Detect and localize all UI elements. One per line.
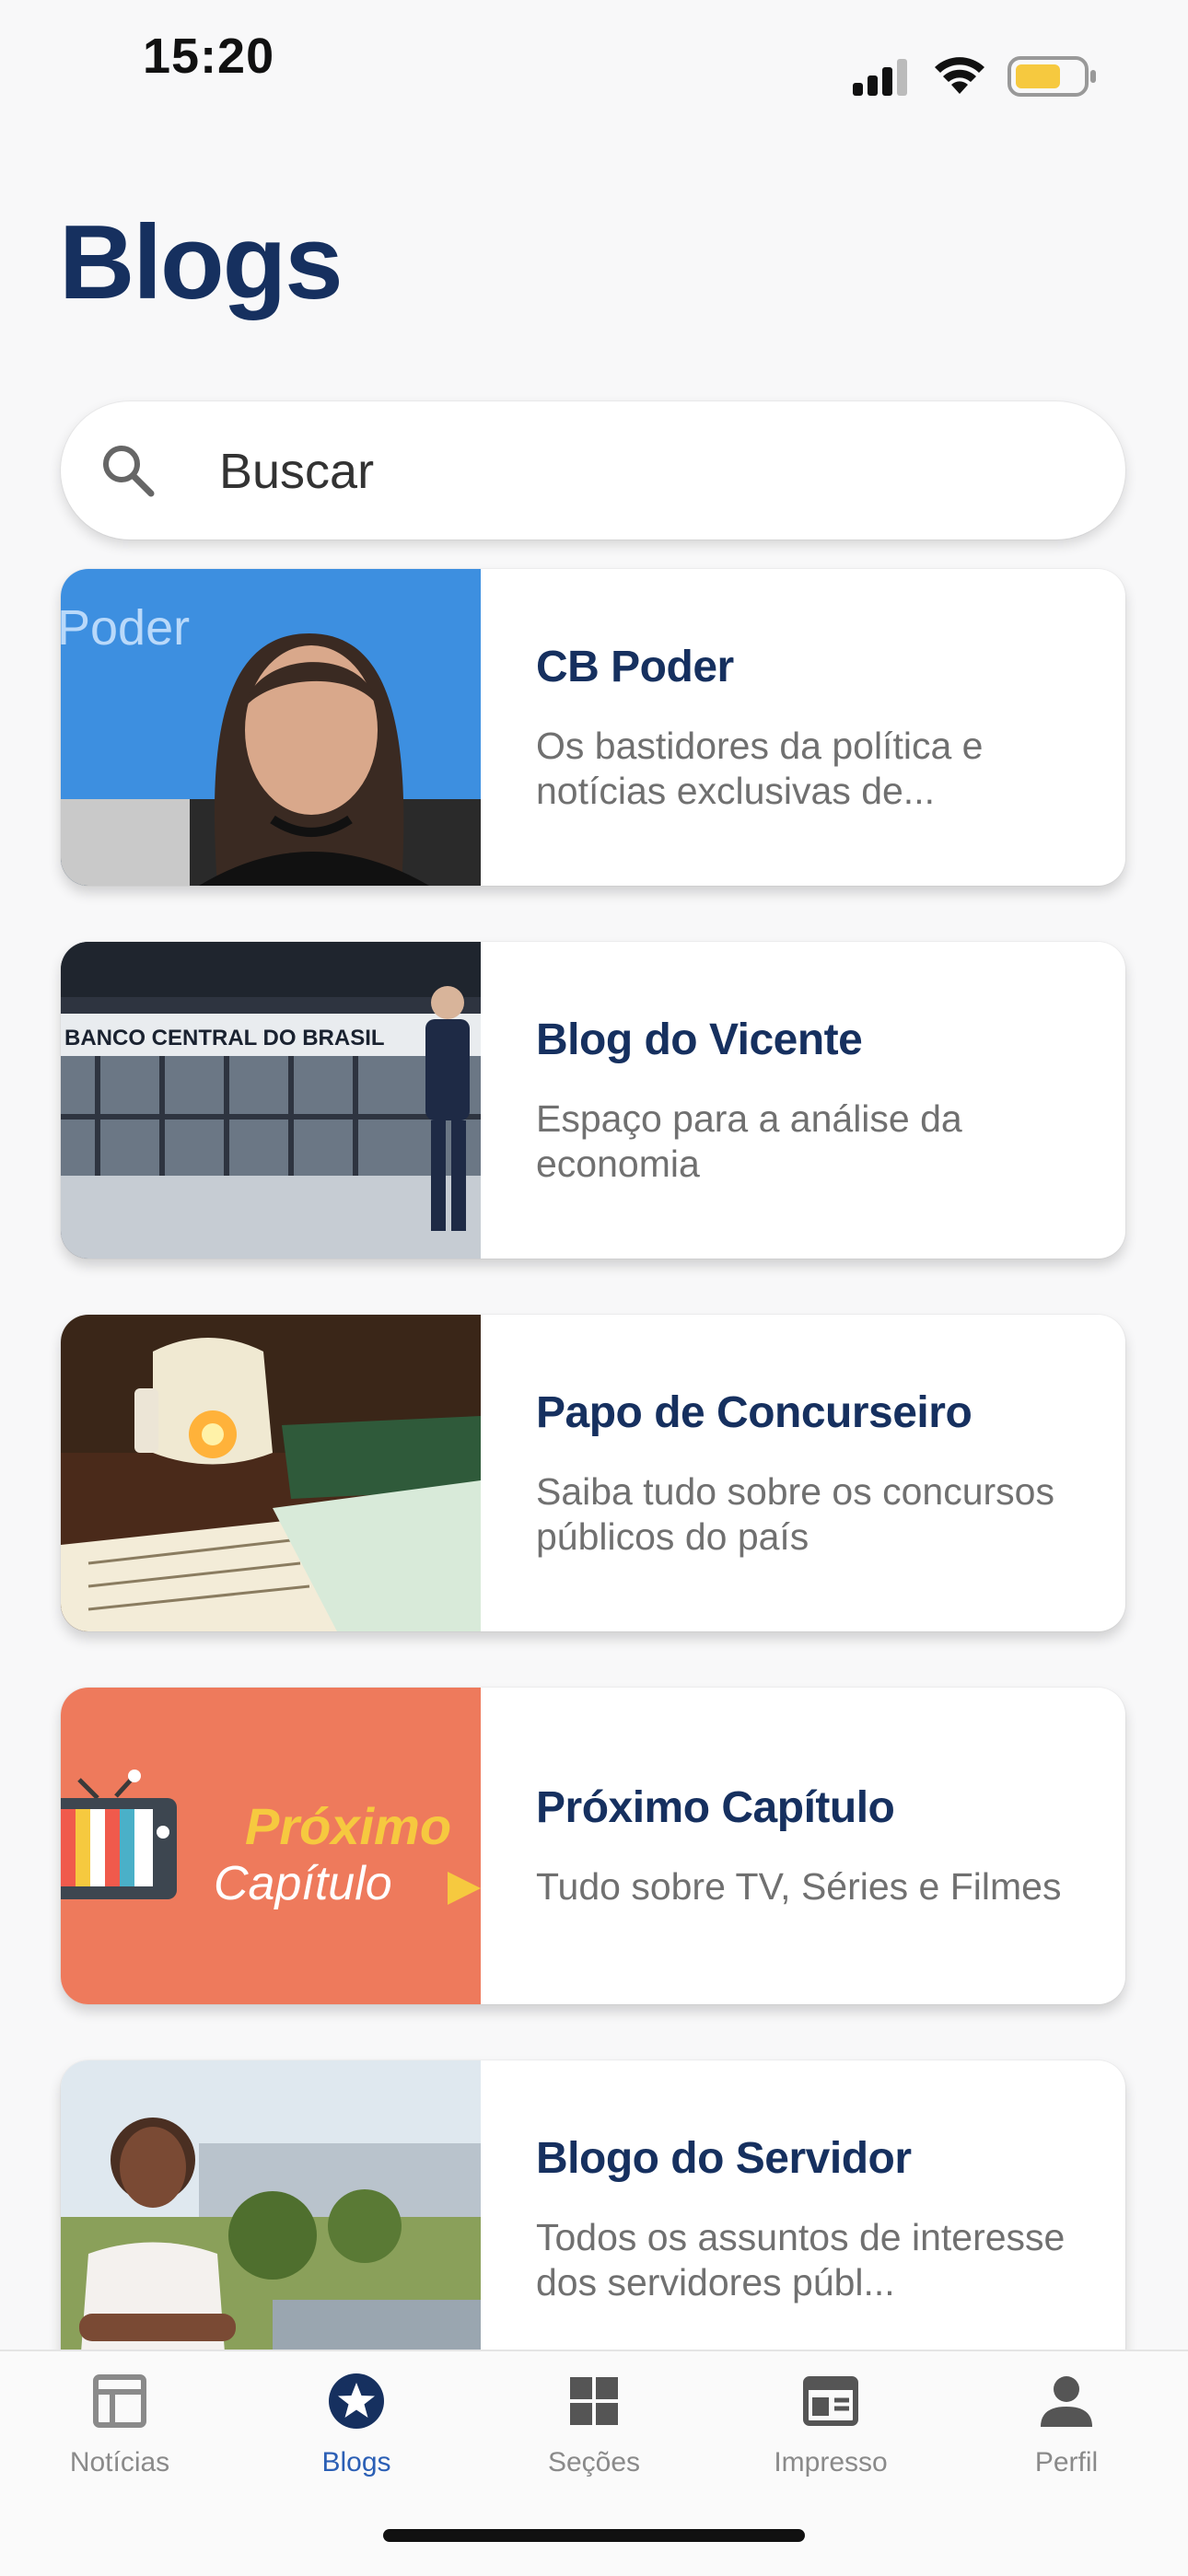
blog-title: Blog do Vicente [536, 1015, 863, 1065]
page-title: Blogs [59, 204, 344, 321]
blog-title: CB Poder [536, 643, 734, 692]
print-newspaper-icon [803, 2376, 858, 2426]
search-icon [103, 446, 155, 497]
status-bar: 15:20 [0, 0, 1188, 120]
thumb-caption: Próximo [245, 1797, 451, 1855]
tab-noticias[interactable]: Notícias [28, 2351, 212, 2489]
blog-thumbnail [61, 1315, 481, 1631]
home-indicator [383, 2529, 805, 2542]
tab-label: Seções [547, 2447, 641, 2477]
tab-impresso[interactable]: Impresso [739, 2351, 923, 2489]
blog-card-blogo-do-servidor[interactable]: Blogo do Servidor Todos os assuntos de i… [61, 2060, 1125, 2377]
blog-description: Os bastidores da política e notícias exc… [536, 725, 984, 812]
blog-card-cb-poder[interactable]: Poder CB Poder Os bastidores da política… [61, 569, 1125, 886]
thumb-caption: Capítulo [214, 1857, 392, 1910]
blog-thumbnail [61, 2060, 481, 2377]
tab-label: Blogs [321, 2447, 391, 2477]
tab-perfil[interactable]: Perfil [974, 2351, 1159, 2489]
blog-thumbnail: Próximo Capítulo [61, 1688, 481, 2004]
blog-thumbnail: Poder [61, 569, 481, 886]
blog-description: Todos os assuntos de interesse dos servi… [536, 2216, 1066, 2303]
blog-description: Saiba tudo sobre os concursos públicos d… [536, 1470, 1054, 1558]
tab-label: Impresso [774, 2447, 888, 2477]
search-input[interactable] [217, 434, 1050, 509]
wifi-icon [935, 57, 984, 94]
thumb-caption: Poder [61, 600, 190, 656]
blog-title: Blogo do Servidor [536, 2134, 912, 2184]
cellular-signal-icon [853, 59, 907, 96]
tab-blogs[interactable]: Blogs [264, 2351, 448, 2489]
newspaper-layout-icon [93, 2374, 146, 2428]
blog-description: Tudo sobre TV, Séries e Filmes [536, 1865, 1062, 1909]
blog-card-papo-de-concurseiro[interactable]: Papo de Concurseiro Saiba tudo sobre os … [61, 1315, 1125, 1631]
blog-card-blog-do-vicente[interactable]: BANCO CENTRAL DO BRASIL Blog do Vicente … [61, 942, 1125, 1259]
blog-card-proximo-capitulo[interactable]: Próximo Capítulo Próximo Capítulo Tudo s… [61, 1688, 1125, 2004]
battery-icon [1007, 56, 1096, 97]
blog-title: Próximo Capítulo [536, 1783, 895, 1833]
tab-label: Notícias [69, 2447, 170, 2477]
blog-title: Papo de Concurseiro [536, 1388, 973, 1438]
blog-description: Espaço para a análise da economia [536, 1097, 962, 1185]
tab-secoes[interactable]: Seções [502, 2351, 686, 2489]
bottom-tab-bar: Notícias Blogs Seções Impresso Perfil [0, 2350, 1188, 2576]
grid-icon [570, 2377, 618, 2425]
status-time: 15:20 [143, 29, 275, 84]
star-badge-icon [329, 2373, 384, 2429]
blog-thumbnail: BANCO CENTRAL DO BRASIL [61, 942, 481, 1259]
person-icon [1041, 2376, 1092, 2427]
search-bar[interactable] [61, 401, 1125, 540]
thumb-caption: BANCO CENTRAL DO BRASIL [64, 1026, 385, 1050]
tab-label: Perfil [1034, 2447, 1099, 2477]
